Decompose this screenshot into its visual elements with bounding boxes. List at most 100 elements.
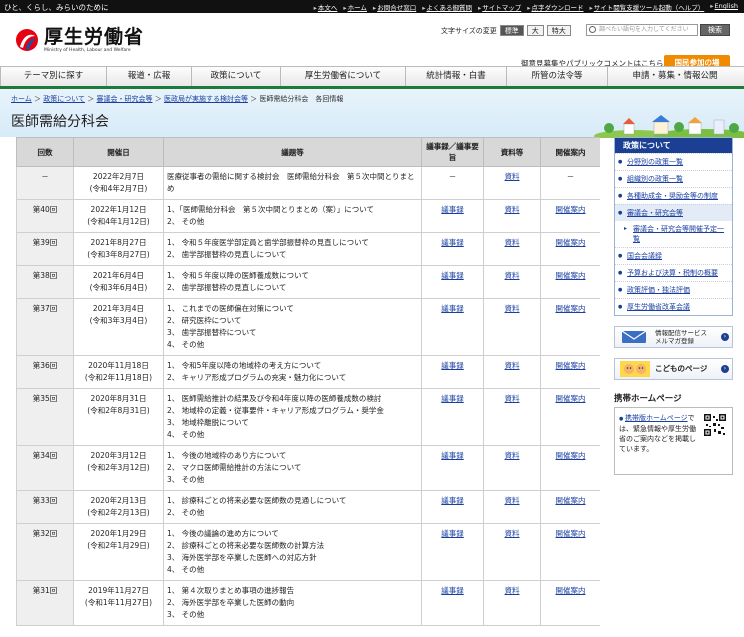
date-gregorian: 2021年3月4日 xyxy=(92,304,145,313)
mobile-info-box: ● 携帯版ホームページでは、緊急情報や厚生労働省のご案内などを掲載しています。 xyxy=(614,407,733,475)
table-row: 第39回 2021年8月27日 (令和3年8月27日) 1、 令和５年度医学部定員と歯… xyxy=(16,232,600,266)
font-size-large-button[interactable]: 大 xyxy=(526,25,544,36)
nav-theme[interactable]: テーマ別に探す xyxy=(0,67,107,86)
newsletter-banner[interactable]: 情報配信サービス メルマガ登録 › xyxy=(614,326,733,348)
cell-documents: 資料 xyxy=(483,199,541,233)
nav-press[interactable]: 報道・広報 xyxy=(107,67,192,86)
documents-link[interactable]: 資料 xyxy=(505,205,520,214)
search-input[interactable]: 調べたい語句を入力してください xyxy=(586,24,698,36)
notice-link[interactable]: 開催案内 xyxy=(556,496,586,505)
kids-page-banner[interactable]: こどものページ › xyxy=(614,358,733,380)
global-nav: テーマ別に探す 報道・広報 政策について 厚生労働省について 統計情報・白書 所… xyxy=(0,66,744,89)
cell-no: 第31回 xyxy=(16,580,74,626)
policy-menu: 政策について 分野別の政策一覧 組織別の政策一覧 各種助成金・奨励金等の制度 審… xyxy=(614,137,733,316)
nav-policy[interactable]: 政策について xyxy=(192,67,281,86)
documents-link[interactable]: 資料 xyxy=(505,238,520,247)
cell-minutes: 議事録 xyxy=(421,355,484,389)
agenda-item: 2、 マクロ医師需給推計の方法について xyxy=(167,463,302,472)
link-braille[interactable]: ▸点字ダウンロード xyxy=(527,2,583,12)
minutes-link[interactable]: 議事録 xyxy=(441,451,464,460)
documents-link[interactable]: 資料 xyxy=(505,586,520,595)
minutes-link[interactable]: 議事録 xyxy=(441,361,464,370)
sidebar-item-budget[interactable]: 予算および決算・税制の概要 xyxy=(615,264,732,281)
notice-link[interactable]: 開催案内 xyxy=(556,361,586,370)
cell-documents: 資料 xyxy=(483,445,541,491)
date-gregorian: 2020年3月12日 xyxy=(90,451,147,460)
cell-agenda: 1、 今後の議論の進め方について 2、 診療科ごとの将来必要な医師数の計算方法 3、… xyxy=(163,523,422,581)
cell-minutes: 議事録 xyxy=(421,580,484,626)
notice-link[interactable]: 開催案内 xyxy=(556,529,586,538)
cell-no: 第33回 xyxy=(16,490,74,524)
breadcrumb: ホーム ＞ 政策について ＞ 審議会・研究会等 ＞ 医政局が実施する検討会等 ＞… xyxy=(11,95,344,103)
nav-laws[interactable]: 所管の法令等 xyxy=(507,67,608,86)
agenda-item: 1、 令和５年度医学部定員と歯学部振替枠の見直しについて xyxy=(167,238,369,247)
cell-agenda: 1、 これまでの医師偏在対策について 2、 研究医枠について 3、 歯学部振替枠につ… xyxy=(163,298,422,356)
sidebar-item-councils[interactable]: 審議会・研究会等 xyxy=(615,204,732,221)
documents-link[interactable]: 資料 xyxy=(505,529,520,538)
notice-link[interactable]: 開催案内 xyxy=(556,451,586,460)
minutes-link[interactable]: 議事録 xyxy=(441,529,464,538)
link-accessibility-tool[interactable]: ▸サイト閲覧支援ツール起動（ヘルプ） xyxy=(589,2,704,12)
minutes-link[interactable]: 議事録 xyxy=(441,238,464,247)
cell-date: 2020年8月31日 (令和2年8月31日) xyxy=(73,388,164,446)
notice-link[interactable]: 開催案内 xyxy=(556,271,586,280)
cell-agenda: 1、「医師需給分科会 第５次中間とりまとめ（案）」について 2、 その他 xyxy=(163,199,422,233)
documents-link[interactable]: 資料 xyxy=(505,361,520,370)
link-sitemap[interactable]: ▸サイトマップ xyxy=(478,2,521,12)
cell-no: 第37回 xyxy=(16,298,74,356)
cell-date: 2020年2月13日 (令和2年2月13日) xyxy=(73,490,164,524)
sidebar-subitem-council-schedule[interactable]: 審議会・研究会等開催予定一覧 xyxy=(615,221,732,247)
nav-about[interactable]: 厚生労働省について xyxy=(281,67,406,86)
link-home[interactable]: ▸ホーム xyxy=(343,2,367,12)
date-japanese: (令和2年3月12日) xyxy=(87,463,150,472)
sidebar-item-policy-by-org[interactable]: 組織別の政策一覧 xyxy=(615,170,732,187)
sidebar-item-subsidies[interactable]: 各種助成金・奨励金等の制度 xyxy=(615,187,732,204)
search-button[interactable]: 検索 xyxy=(700,24,730,36)
notice-link[interactable]: 開催案内 xyxy=(556,394,586,403)
minutes-link[interactable]: 議事録 xyxy=(441,205,464,214)
notice-link[interactable]: 開催案内 xyxy=(556,205,586,214)
sidebar-item-evaluation[interactable]: 政策評価・独法評価 xyxy=(615,281,732,298)
qr-code-icon xyxy=(704,414,726,436)
minutes-link[interactable]: 議事録 xyxy=(441,394,464,403)
sidebar-item-diet-records[interactable]: 国会会議録 xyxy=(615,247,732,264)
documents-link[interactable]: 資料 xyxy=(505,496,520,505)
notice-link[interactable]: 開催案内 xyxy=(556,304,586,313)
sidebar-item-reform[interactable]: 厚生労働省改革会議 xyxy=(615,298,732,315)
link-faq[interactable]: ▸よくある御質問 xyxy=(422,2,472,12)
documents-link[interactable]: 資料 xyxy=(505,304,520,313)
town-illustration-icon xyxy=(594,115,744,138)
cell-documents: 資料 xyxy=(483,580,541,626)
breadcrumb-home[interactable]: ホーム xyxy=(11,95,32,103)
utility-links: ▸本文へ ▸ホーム ▸お問合せ窓口 ▸よくある御質問 ▸サイトマップ ▸点字ダウ… xyxy=(314,2,738,12)
minutes-link[interactable]: 議事録 xyxy=(441,271,464,280)
date-gregorian: 2020年8月31日 xyxy=(90,394,147,403)
documents-link[interactable]: 資料 xyxy=(505,172,520,181)
documents-link[interactable]: 資料 xyxy=(505,451,520,460)
sidebar-item-policy-by-field[interactable]: 分野別の政策一覧 xyxy=(615,153,732,170)
minutes-link[interactable]: 議事録 xyxy=(441,586,464,595)
site-logo[interactable]: 厚生労働省 Ministry of Health, Labour and Wel… xyxy=(14,27,144,53)
link-skip-to-content[interactable]: ▸本文へ xyxy=(314,2,338,12)
minutes-link[interactable]: 議事録 xyxy=(441,496,464,505)
date-japanese: (令和2年1月29日) xyxy=(87,541,150,550)
notice-link[interactable]: 開催案内 xyxy=(556,586,586,595)
mobile-site-link[interactable]: 携帯版ホームページ xyxy=(625,414,688,422)
font-size-standard-button[interactable]: 標準 xyxy=(499,25,524,36)
nav-applications[interactable]: 申請・募集・情報公開 xyxy=(608,67,742,86)
link-english[interactable]: ▸English xyxy=(710,2,738,12)
minutes-link[interactable]: 議事録 xyxy=(441,304,464,313)
agenda-item: 2、 歯学部振替枠の見直しについて xyxy=(167,283,287,292)
breadcrumb-medical-bureau[interactable]: 医政局が実施する検討会等 xyxy=(164,95,248,103)
link-contact[interactable]: ▸お問合せ窓口 xyxy=(373,2,416,12)
cell-minutes: 議事録 xyxy=(421,232,484,266)
logo-subtitle: Ministry of Health, Labour and Welfare xyxy=(44,48,131,53)
documents-link[interactable]: 資料 xyxy=(505,271,520,280)
col-header-no: 回数 xyxy=(16,137,74,167)
breadcrumb-councils[interactable]: 審議会・研究会等 xyxy=(97,95,153,103)
font-size-xlarge-button[interactable]: 特大 xyxy=(546,25,571,36)
nav-statistics[interactable]: 統計情報・白書 xyxy=(406,67,507,86)
notice-link[interactable]: 開催案内 xyxy=(556,238,586,247)
breadcrumb-policy[interactable]: 政策について xyxy=(43,95,85,103)
documents-link[interactable]: 資料 xyxy=(505,394,520,403)
